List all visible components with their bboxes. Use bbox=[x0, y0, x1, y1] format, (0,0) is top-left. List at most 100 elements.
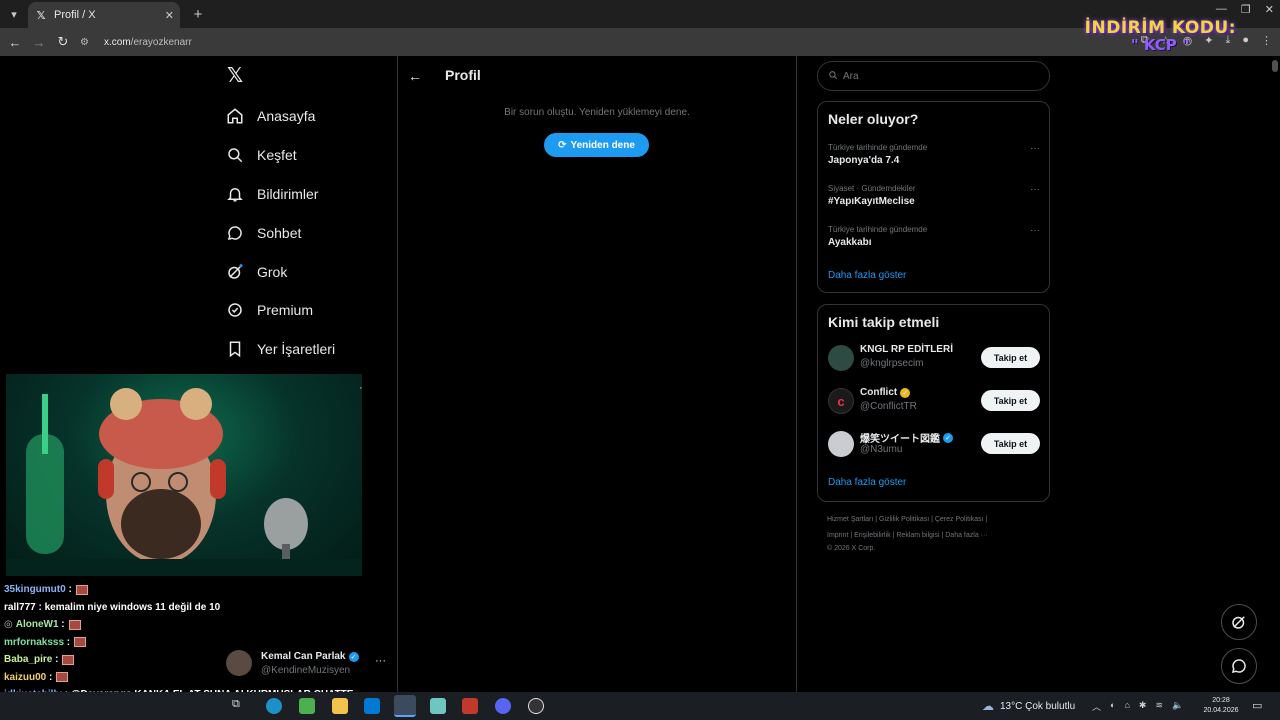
nav-explore[interactable]: Keşfet bbox=[226, 143, 297, 167]
steam-icon[interactable]: ◐ bbox=[1110, 700, 1115, 713]
back-arrow-icon[interactable]: ← bbox=[408, 68, 422, 84]
verified-gold-icon: ✓ bbox=[900, 387, 911, 398]
minimize-icon[interactable]: — bbox=[1216, 3, 1227, 16]
scrollbar[interactable] bbox=[1272, 58, 1278, 688]
notification-icon[interactable]: ▭ bbox=[1252, 699, 1262, 712]
chat-user: kaizuu00 bbox=[4, 671, 47, 683]
chrome-icon-active[interactable] bbox=[394, 695, 416, 717]
trend-item[interactable]: Türkiye tarihinde gündemde Ayakkabı ··· bbox=[828, 225, 1040, 248]
more-icon[interactable]: ··· bbox=[1030, 184, 1040, 195]
tab-title: Profil / X bbox=[54, 9, 96, 21]
window-controls: — ❐ ✕ bbox=[1216, 3, 1274, 16]
address-bar[interactable]: ⚙ x.com /erayozkenarr bbox=[80, 31, 1070, 53]
tab-search-icon[interactable]: ▾ bbox=[4, 4, 24, 24]
nav-premium[interactable]: Premium bbox=[226, 298, 313, 322]
app-icon[interactable] bbox=[430, 698, 446, 714]
date: 20.04.2026 bbox=[1203, 707, 1239, 714]
browser-tab-bar: ▾ 𝕏 Profil / X ✕ + — ❐ ✕ bbox=[0, 0, 1280, 28]
search-icon bbox=[226, 146, 244, 164]
puzzle-icon[interactable]: ✦ bbox=[1204, 34, 1213, 47]
nav-bookmarks[interactable]: Yer İşaretleri bbox=[226, 337, 335, 361]
bluetooth-icon[interactable]: ✱ bbox=[1139, 700, 1147, 713]
extension-icon[interactable]: ◉ bbox=[1183, 34, 1193, 47]
grok-icon bbox=[1232, 616, 1245, 629]
profile-icon[interactable]: ● bbox=[1242, 34, 1249, 47]
more-icon[interactable]: ··· bbox=[1030, 225, 1040, 236]
search-input[interactable]: Ara bbox=[817, 61, 1050, 91]
reload-icon[interactable]: ↻ bbox=[54, 33, 72, 51]
nav-notifications[interactable]: Bildirimler bbox=[226, 182, 318, 206]
nav-grok[interactable]: Grok bbox=[226, 260, 287, 284]
copyright: © 2026 X Corp. bbox=[827, 545, 876, 552]
follow-suggestion[interactable]: KNGL RP EDİTLERİ @knglrpsecim Takip et bbox=[828, 344, 1040, 374]
download-icon[interactable]: ⤓ bbox=[1225, 34, 1230, 47]
back-icon[interactable]: ← bbox=[6, 33, 24, 51]
network-icon[interactable]: ⌂ bbox=[1124, 700, 1129, 713]
forward-icon[interactable]: → bbox=[30, 33, 48, 51]
volume-icon[interactable]: 🔈 bbox=[1172, 700, 1183, 713]
column-divider bbox=[397, 56, 398, 692]
nav-label: Grok bbox=[257, 264, 288, 280]
chat-icon bbox=[1231, 659, 1246, 674]
more-icon[interactable]: ··· bbox=[1030, 143, 1040, 154]
bell-icon bbox=[226, 185, 244, 203]
x-logo-icon: 𝕏 bbox=[36, 9, 46, 22]
install-icon[interactable]: ⧉ bbox=[1141, 34, 1149, 47]
page-title: Profil bbox=[445, 67, 481, 83]
nav-chat[interactable]: Sohbet bbox=[226, 221, 301, 245]
emote-icon bbox=[56, 672, 69, 683]
mail-icon[interactable] bbox=[364, 698, 380, 714]
chat-line: mrfornaksss : bbox=[4, 634, 384, 652]
grok-float-button[interactable] bbox=[1221, 604, 1257, 640]
file-explorer-icon[interactable] bbox=[332, 698, 348, 714]
trend-item[interactable]: Siyaset · Gündemdekiler #YapıKayıtMeclis… bbox=[828, 184, 1040, 207]
follow-button[interactable]: Takip et bbox=[981, 347, 1040, 368]
clock[interactable]: 20:28 20.04.2026 bbox=[1201, 696, 1241, 716]
nav-home[interactable]: Anasayfa bbox=[226, 104, 315, 128]
x-logo-icon[interactable]: 𝕏 bbox=[227, 66, 247, 86]
close-window-icon[interactable]: ✕ bbox=[1265, 3, 1274, 16]
url-path: /erayozkenarr bbox=[130, 36, 192, 48]
footer-line[interactable]: Imprint | Erişilebilirlik | Reklam bilgi… bbox=[827, 528, 1047, 544]
footer-links: Hizmet Şartları | Gizlilik Politikası | … bbox=[827, 512, 1047, 554]
show-more-link[interactable]: Daha fazla göster bbox=[828, 477, 906, 488]
close-icon[interactable]: ✕ bbox=[165, 9, 174, 22]
site-info-icon[interactable]: ⚙ bbox=[80, 37, 96, 48]
discord-icon[interactable] bbox=[495, 698, 511, 714]
chat-line: ◎ AloneW1 : bbox=[4, 616, 384, 634]
new-tab-icon[interactable]: + bbox=[188, 4, 208, 24]
nav-label: Keşfet bbox=[257, 147, 297, 163]
store-icon[interactable] bbox=[299, 698, 315, 714]
star-icon[interactable]: ☆ bbox=[1161, 34, 1171, 47]
show-more-link[interactable]: Daha fazla göster bbox=[828, 270, 906, 281]
column-divider bbox=[796, 56, 797, 692]
follow-button[interactable]: Takip et bbox=[981, 390, 1040, 411]
task-view-icon[interactable]: ⧉ bbox=[232, 698, 248, 714]
voicemeeter-icon[interactable] bbox=[462, 698, 478, 714]
account-name: Conflict ✓ bbox=[860, 387, 911, 398]
maximize-icon[interactable]: ❐ bbox=[1241, 3, 1251, 16]
obs-icon[interactable] bbox=[528, 698, 544, 714]
trend-meta: Siyaset · Gündemdekiler bbox=[828, 184, 916, 193]
badge-icon: ◎ bbox=[4, 619, 13, 631]
wifi-icon[interactable]: ≋ bbox=[1155, 700, 1163, 713]
follow-button[interactable]: Takip et bbox=[981, 433, 1040, 454]
edge-icon[interactable] bbox=[266, 698, 282, 714]
account-handle: @knglrpsecim bbox=[860, 358, 924, 369]
retry-button[interactable]: ⟳ Yeniden dene bbox=[544, 133, 649, 157]
weather-widget[interactable]: ☁ 13°C Çok bulutlu bbox=[982, 699, 1075, 713]
trend-item[interactable]: Türkiye tarihinde gündemde Japonya'da 7.… bbox=[828, 143, 1040, 166]
chevron-up-icon[interactable]: ︿ bbox=[1092, 700, 1101, 713]
footer-line[interactable]: Hizmet Şartları | Gizlilik Politikası | … bbox=[827, 512, 1047, 528]
search-placeholder: Ara bbox=[843, 70, 859, 82]
cloud-icon: ☁ bbox=[982, 699, 994, 713]
follow-suggestion[interactable]: 爆笑ツイート図鑑 ✓ @N3umu Takip et bbox=[828, 430, 1040, 460]
windows-taskbar: ⧉ ☁ 13°C Çok bulutlu ︿ ◐ ⌂ ✱ ≋ 🔈 20:28 2… bbox=[0, 692, 1280, 720]
weather-text: 13°C Çok bulutlu bbox=[1000, 700, 1076, 712]
browser-tab[interactable]: 𝕏 Profil / X ✕ bbox=[28, 2, 180, 28]
trends-card: Neler oluyor? Türkiye tarihinde gündemde… bbox=[817, 101, 1050, 293]
follow-suggestion[interactable]: c Conflict ✓ @ConflictTR Takip et bbox=[828, 387, 1040, 417]
nav-label: Sohbet bbox=[257, 225, 302, 241]
menu-icon[interactable]: ⋮ bbox=[1261, 34, 1272, 47]
messages-float-button[interactable] bbox=[1221, 648, 1257, 684]
